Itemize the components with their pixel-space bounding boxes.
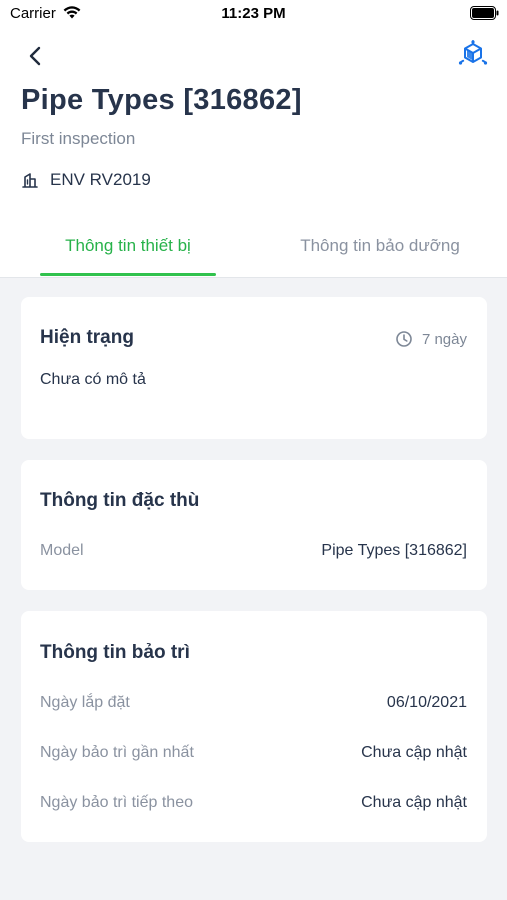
building-info: ENV RV2019 — [21, 169, 151, 191]
maintenance-card: Thông tin bảo trì Ngày lắp đặt 06/10/202… — [21, 611, 487, 842]
time-ago-label: 7 ngày — [421, 330, 467, 348]
clock-icon — [396, 331, 412, 347]
active-tab-indicator — [40, 273, 216, 276]
status-card-title: Hiện trạng — [40, 327, 134, 348]
last-maintenance-value: Chưa cập nhật — [361, 744, 467, 761]
model-value: Pipe Types [316862] — [321, 542, 467, 559]
clock-time: 11:23 PM — [221, 5, 286, 22]
back-button[interactable] — [22, 42, 50, 70]
building-icon — [22, 173, 38, 188]
maintenance-card-title: Thông tin bảo trì — [40, 642, 190, 663]
spec-card: Thông tin đặc thù Model Pipe Types [3168… — [21, 460, 487, 590]
next-maintenance-value: Chưa cập nhật — [361, 794, 467, 811]
model-label: Model — [40, 542, 84, 559]
next-maintenance-label: Ngày bảo trì tiếp theo — [40, 794, 193, 811]
last-maintenance-label: Ngày bảo trì gần nhất — [40, 744, 194, 761]
install-date-value: 06/10/2021 — [386, 694, 467, 711]
page-title: Pipe Types [316862] — [21, 84, 302, 116]
tab-device-info[interactable]: Thông tin thiết bị — [40, 236, 216, 256]
status-bar: Carrier 11:23 PM — [0, 0, 507, 28]
chevron-left-icon — [29, 46, 41, 66]
building-label: ENV RV2019 — [50, 170, 151, 189]
tab-maintenance-info[interactable]: Thông tin bảo dưỡng — [280, 236, 480, 256]
battery-icon — [470, 6, 499, 20]
page-subtitle: First inspection — [21, 129, 136, 148]
3d-cube-icon — [458, 40, 488, 65]
header-section: Carrier 11:23 PM Pipe Types [316862] Fir… — [0, 0, 507, 278]
install-date-label: Ngày lắp đặt — [40, 694, 130, 711]
status-time-ago: 7 ngày — [395, 330, 467, 348]
status-card: Hiện trạng 7 ngày Chưa có mô tả — [21, 297, 487, 439]
spec-card-title: Thông tin đặc thù — [40, 490, 200, 511]
3d-model-button[interactable] — [457, 40, 489, 72]
status-description: Chưa có mô tả — [40, 371, 146, 388]
